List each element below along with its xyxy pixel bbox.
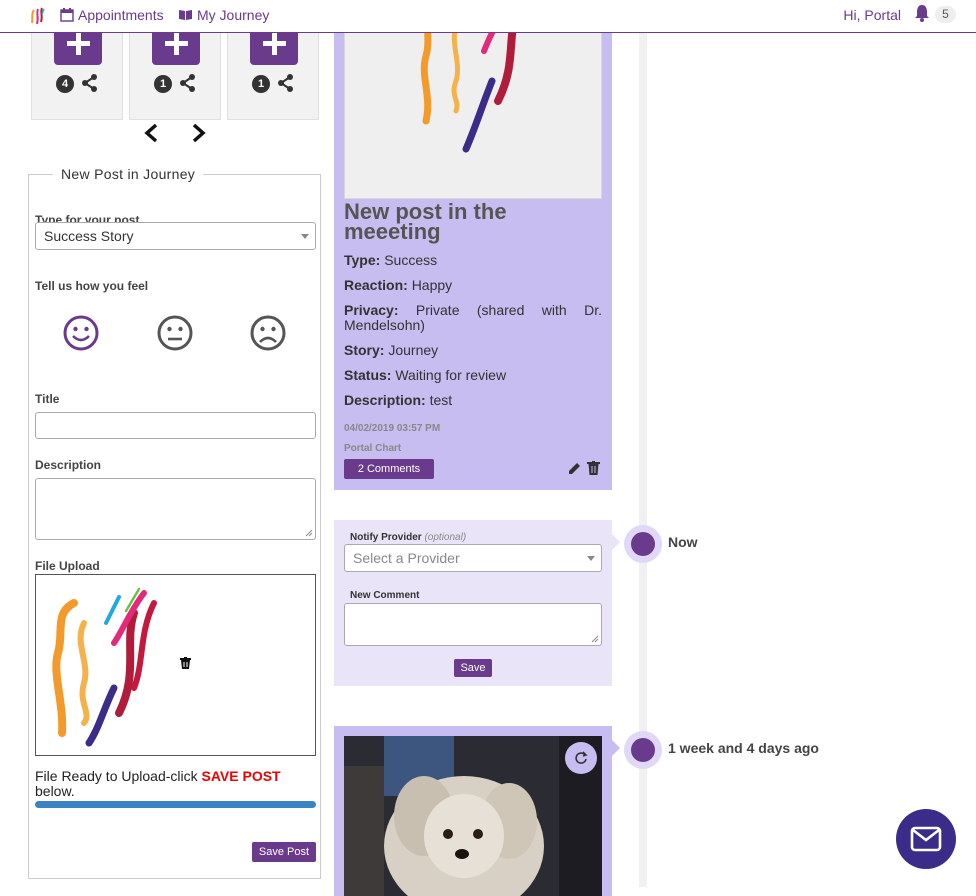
- post-status-key: Status:: [344, 367, 392, 383]
- timeline-label-now: Now: [668, 534, 698, 550]
- title-label: Title: [35, 392, 60, 406]
- post-story-value: Journey: [388, 342, 439, 358]
- save-post-button[interactable]: Save Post: [252, 842, 316, 862]
- post-count-badge: 1: [154, 75, 172, 93]
- provider-select-placeholder: Select a Provider: [353, 550, 460, 566]
- pencil-icon[interactable]: [568, 462, 581, 475]
- post-type-value: Success: [384, 252, 438, 268]
- post-reaction-key: Reaction:: [344, 277, 408, 293]
- post-status-value: Waiting for review: [395, 367, 507, 383]
- journey-post-card: [334, 726, 620, 896]
- caret-down-icon: [301, 234, 309, 239]
- post-description-key: Description:: [344, 392, 426, 408]
- upload-ready-message: File Ready to Upload-click SAVE POST bel…: [35, 769, 316, 799]
- post-author: Portal Chart: [344, 443, 402, 454]
- post-type-select[interactable]: Success Story: [35, 222, 316, 250]
- calendar-icon: [60, 8, 74, 22]
- sad-face-icon[interactable]: [249, 314, 287, 352]
- share-icon[interactable]: [179, 74, 197, 92]
- file-upload-label: File Upload: [35, 559, 100, 573]
- new-post-form: New Post in Journey Type for your post S…: [28, 166, 321, 879]
- envelope-icon: [910, 826, 942, 852]
- post-description-row: Description: test: [344, 393, 602, 408]
- post-story-row: Story: Journey: [344, 343, 602, 358]
- user-greeting[interactable]: Hi, Portal: [843, 7, 901, 23]
- rotate-icon: [575, 751, 588, 764]
- dog-photo[interactable]: [344, 736, 602, 896]
- upload-progress-bar: [35, 801, 316, 808]
- resize-handle-icon[interactable]: [305, 529, 313, 537]
- post-type-value: Success Story: [44, 228, 134, 244]
- nav-my-journey-label: My Journey: [197, 7, 270, 23]
- post-status-row: Status: Waiting for review: [344, 368, 602, 383]
- story-card: 1: [129, 26, 221, 120]
- comments-button[interactable]: 2 Comments: [344, 459, 434, 479]
- share-icon[interactable]: [277, 74, 295, 92]
- title-input[interactable]: [35, 412, 316, 439]
- description-label: Description: [35, 458, 102, 472]
- post-reaction-row: Reaction: Happy: [344, 278, 602, 293]
- story-card: 4: [31, 26, 123, 120]
- optional-hint: (optional): [424, 532, 467, 543]
- description-textarea[interactable]: [35, 478, 316, 540]
- post-type-key: Type:: [344, 252, 381, 268]
- neutral-face-icon[interactable]: [156, 314, 194, 352]
- notify-provider-label: Notify Provider (optional): [350, 532, 466, 543]
- notification-count-badge: 5: [935, 6, 956, 23]
- post-title: New post in the meeeting: [344, 199, 507, 244]
- provider-select[interactable]: Select a Provider: [344, 544, 602, 572]
- notify-provider-text: Notify Provider: [350, 532, 422, 543]
- story-card: 1: [227, 26, 319, 120]
- comment-save-button[interactable]: Save: [454, 659, 492, 677]
- post-reaction-value: Happy: [411, 277, 453, 293]
- nav-my-journey[interactable]: My Journey: [178, 7, 269, 23]
- dog-photo-image: [344, 736, 602, 896]
- trash-icon[interactable]: [180, 657, 191, 669]
- upload-ready-text-end: below.: [35, 783, 75, 799]
- new-post-legend: New Post in Journey: [61, 166, 196, 182]
- share-icon[interactable]: [81, 74, 99, 92]
- rotate-image-button[interactable]: [565, 742, 597, 774]
- journey-post-card: New post in the meeeting Type: Success R…: [334, 0, 612, 490]
- trash-icon[interactable]: [587, 461, 600, 475]
- post-count-badge: 1: [252, 75, 270, 93]
- comment-form: Notify Provider (optional) Select a Prov…: [334, 520, 620, 686]
- chevron-right-icon[interactable]: [187, 122, 209, 144]
- upload-ready-text: File Ready to Upload-click: [35, 768, 202, 784]
- post-privacy-key: Privacy:: [344, 302, 399, 318]
- timeline-dot: [624, 525, 662, 563]
- caret-down-icon: [587, 556, 595, 561]
- happy-face-icon[interactable]: [62, 314, 100, 352]
- feeling-label: Tell us how you feel: [35, 279, 149, 293]
- book-icon: [179, 10, 192, 20]
- new-comment-label: New Comment: [350, 590, 420, 601]
- post-timestamp: 04/02/2019 03:57 PM: [344, 423, 441, 434]
- post-count-badge: 4: [56, 75, 74, 93]
- timeline-label-past: 1 week and 4 days ago: [668, 740, 819, 756]
- chevron-left-icon[interactable]: [141, 122, 163, 144]
- post-privacy-row: Privacy: Private (shared with Dr. Mendel…: [344, 303, 602, 333]
- post-story-key: Story:: [344, 342, 385, 358]
- post-type-row: Type: Success: [344, 253, 602, 268]
- file-upload-dropzone[interactable]: [35, 574, 316, 756]
- save-post-emphasis: SAVE POST: [201, 768, 281, 784]
- timeline-dot: [624, 731, 662, 769]
- uploaded-image-thumbnail: [52, 587, 157, 747]
- nav-appointments[interactable]: Appointments: [60, 7, 164, 23]
- top-nav: Appointments My Journey Hi, Portal 5: [0, 0, 976, 33]
- new-comment-textarea[interactable]: [344, 603, 602, 646]
- message-button[interactable]: [896, 809, 956, 869]
- resize-handle-icon[interactable]: [591, 635, 599, 643]
- nav-appointments-label: Appointments: [78, 7, 164, 23]
- bell-icon[interactable]: [914, 4, 930, 22]
- brand-logo[interactable]: [30, 6, 48, 26]
- post-description-value: test: [429, 392, 453, 408]
